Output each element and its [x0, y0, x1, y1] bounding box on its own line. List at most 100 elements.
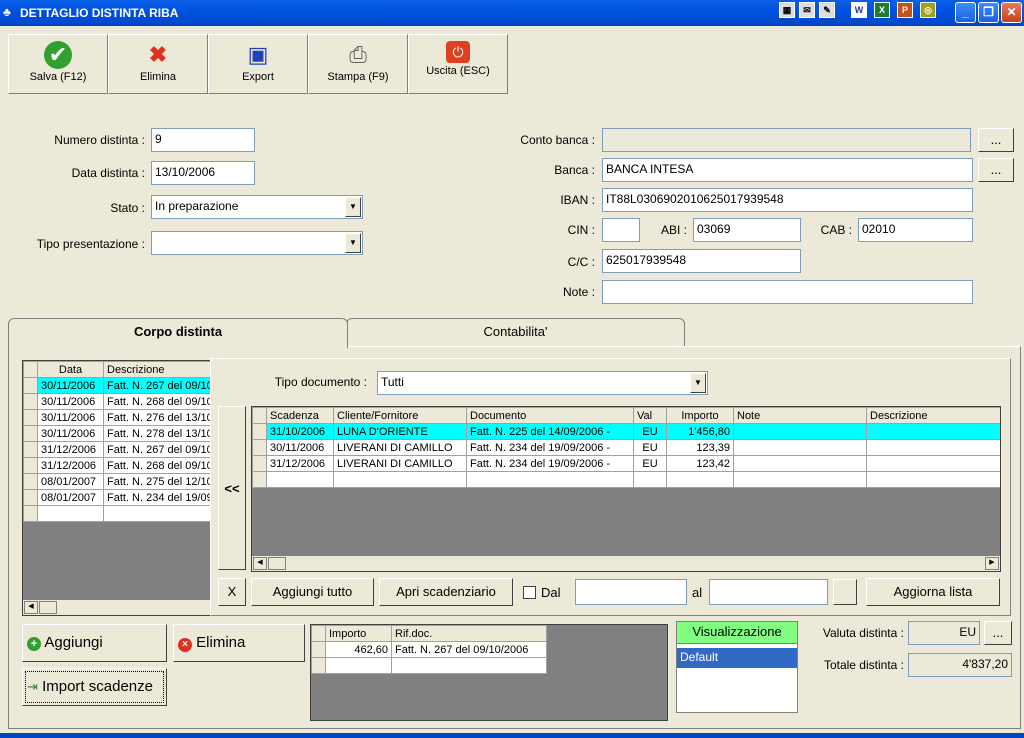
scroll-right-icon[interactable]: ▶ [985, 557, 999, 570]
table-row[interactable] [311, 657, 547, 674]
table-cell[interactable]: Fatt. N. 234 del 19/09/2006 - [466, 439, 634, 456]
table-cell[interactable] [866, 439, 1000, 456]
elimina-button[interactable]: × Elimina [173, 624, 305, 662]
importo-grid[interactable]: Importo Rif.doc. 462,60 Fatt. N. 267 del 0… [310, 624, 668, 721]
scadenze-grid[interactable]: Scadenza Cliente/Fornitore Documento Val… [251, 406, 1001, 572]
banca-field[interactable]: BANCA INTESA [602, 158, 973, 182]
table-row[interactable] [252, 471, 1000, 488]
table-row[interactable]: 30/11/2006 Fatt. N. 268 del 09/10 [23, 393, 217, 410]
iban-field[interactable]: IT88L0306902010625017939548 [602, 188, 973, 212]
table-cell[interactable] [23, 473, 38, 490]
cin-field[interactable] [602, 218, 640, 242]
col-data[interactable]: Data [37, 361, 104, 378]
table-row[interactable]: 30/11/2006 LIVERANI DI CAMILLO Fatt. N. 23… [252, 439, 1000, 456]
add-all-button[interactable]: Aggiungi tutto [251, 578, 374, 606]
scroll-left-icon[interactable]: ◀ [24, 601, 38, 614]
table-cell[interactable] [733, 423, 867, 440]
table-cell[interactable] [466, 471, 634, 488]
maximize-button[interactable]: ❐ [978, 2, 999, 23]
table-cell[interactable]: 30/11/2006 [37, 409, 104, 426]
scroll-left-icon[interactable]: ◀ [253, 557, 267, 570]
col-note[interactable]: Note [733, 407, 867, 424]
table-cell[interactable] [733, 439, 867, 456]
table-cell[interactable]: Fatt. N. 275 del 12/10 [103, 473, 217, 490]
tab-contabilita[interactable]: Contabilita' [346, 318, 685, 346]
banca-browse-button[interactable]: ... [978, 158, 1014, 182]
table-cell[interactable]: Fatt. N. 276 del 13/10 [103, 409, 217, 426]
dal-checkbox[interactable] [523, 586, 536, 599]
table-cell[interactable] [311, 641, 326, 658]
import-scadenze-button[interactable]: ⇥ Import scadenze [22, 668, 167, 706]
refresh-list-button[interactable]: Aggiorna lista [866, 578, 1000, 606]
table-cell[interactable] [733, 471, 867, 488]
table-cell[interactable]: Fatt. N. 278 del 13/10 [103, 425, 217, 442]
date-picker-button[interactable] [833, 579, 857, 605]
col-importo[interactable]: Importo [325, 625, 392, 642]
table-cell[interactable]: 30/11/2006 [37, 425, 104, 442]
dal-field[interactable] [575, 579, 687, 605]
table-row[interactable]: 462,60 Fatt. N. 267 del 09/10/2006 [311, 641, 547, 658]
table-cell[interactable] [391, 657, 547, 674]
chevron-down-icon[interactable]: ▼ [345, 197, 361, 217]
table-cell[interactable] [252, 423, 267, 440]
col-cliente[interactable]: Cliente/Fornitore [333, 407, 467, 424]
open-scadenziario-button[interactable]: Apri scadenziario [379, 578, 513, 606]
visualizzazione-list[interactable]: Visualizzazione Default [676, 621, 798, 713]
table-row[interactable]: 08/01/2007 Fatt. N. 234 del 19/09 [23, 489, 217, 506]
scroll-thumb[interactable] [268, 557, 286, 570]
table-cell[interactable]: 123,42 [666, 455, 734, 472]
table-cell[interactable] [37, 505, 104, 522]
table-cell[interactable]: Fatt. N. 234 del 19/09 [103, 489, 217, 506]
table-cell[interactable] [103, 505, 217, 522]
table-cell[interactable]: Fatt. N. 267 del 09/10 [103, 441, 217, 458]
table-cell[interactable]: 30/11/2006 [37, 393, 104, 410]
table-row[interactable]: 31/10/2006 LUNA D'ORIENTE Fatt. N. 225 del… [252, 423, 1000, 440]
table-cell[interactable]: Fatt. N. 267 del 09/10 [103, 377, 217, 394]
table-cell[interactable]: Fatt. N. 267 del 09/10/2006 [391, 641, 547, 658]
minimize-button[interactable]: _ [955, 2, 976, 23]
chevron-down-icon[interactable]: ▼ [345, 233, 361, 253]
table-cell[interactable] [23, 393, 38, 410]
table-cell[interactable]: 30/11/2006 [37, 377, 104, 394]
table-cell[interactable] [252, 455, 267, 472]
table-cell[interactable]: 462,60 [325, 641, 392, 658]
tipo-presentazione-select[interactable]: ▼ [151, 231, 363, 255]
table-cell[interactable]: 1'456,80 [666, 423, 734, 440]
table-row[interactable] [23, 505, 217, 522]
table-cell[interactable]: Fatt. N. 225 del 14/09/2006 - [466, 423, 634, 440]
table-cell[interactable] [733, 455, 867, 472]
table-cell[interactable] [23, 425, 38, 442]
table-cell[interactable]: Fatt. N. 268 del 09/10 [103, 393, 217, 410]
header-cell[interactable] [252, 407, 267, 424]
table-row[interactable]: 30/11/2006 Fatt. N. 276 del 13/10 [23, 409, 217, 426]
table-cell[interactable] [23, 489, 38, 506]
table-cell[interactable] [311, 657, 326, 674]
table-cell[interactable]: LIVERANI DI CAMILLO [333, 439, 467, 456]
table-cell[interactable] [866, 423, 1000, 440]
header-cell[interactable] [23, 361, 38, 378]
table-cell[interactable]: Fatt. N. 234 del 19/09/2006 - [466, 455, 634, 472]
table-cell[interactable]: 31/12/2006 [266, 455, 334, 472]
table-cell[interactable]: 30/11/2006 [266, 439, 334, 456]
table-cell[interactable] [23, 505, 38, 522]
table-cell[interactable] [333, 471, 467, 488]
table-cell[interactable] [23, 377, 38, 394]
scadenze-scrollbar[interactable]: ◀ ▶ [252, 555, 1000, 571]
scroll-thumb[interactable] [39, 601, 57, 614]
numero-field[interactable]: 9 [151, 128, 255, 152]
table-cell[interactable] [866, 471, 1000, 488]
cab-field[interactable]: 02010 [858, 218, 973, 242]
table-cell[interactable]: Fatt. N. 268 del 09/10 [103, 457, 217, 474]
table-row[interactable]: 31/12/2006 Fatt. N. 268 del 09/10 [23, 457, 217, 474]
tray-note-icon[interactable]: ✎ [819, 2, 835, 18]
clear-button[interactable]: X [218, 578, 246, 606]
table-cell[interactable] [325, 657, 392, 674]
print-button[interactable]: ⎙ Stampa (F9) [308, 34, 408, 94]
table-row[interactable]: 30/11/2006 Fatt. N. 267 del 09/10 [23, 377, 217, 394]
table-cell[interactable]: EU [633, 455, 667, 472]
table-cell[interactable]: EU [633, 439, 667, 456]
table-cell[interactable]: 08/01/2007 [37, 473, 104, 490]
col-descrizione[interactable]: Descrizione [103, 361, 217, 378]
col-importo[interactable]: Importo [666, 407, 734, 424]
table-cell[interactable] [633, 471, 667, 488]
